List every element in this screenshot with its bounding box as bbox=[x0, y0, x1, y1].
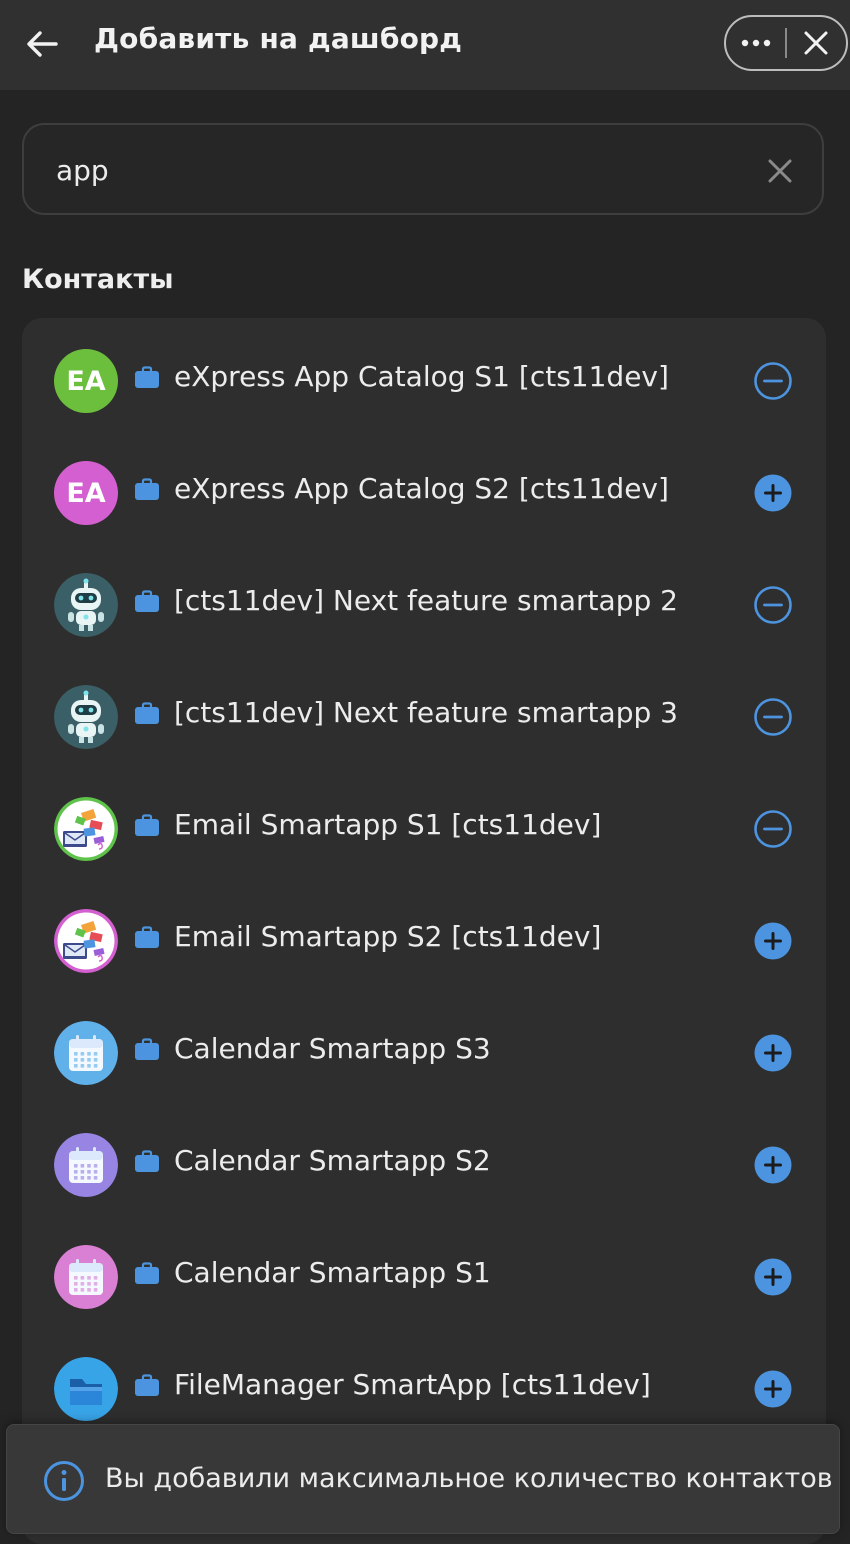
contact-row[interactable]: [cts11dev] Next feature smartapp 3 bbox=[22, 654, 826, 766]
more-horizontal-icon bbox=[741, 39, 770, 47]
minus-circle-icon bbox=[754, 362, 792, 400]
remove-contact-button[interactable] bbox=[752, 808, 794, 850]
info-icon bbox=[44, 1461, 84, 1501]
briefcase-icon bbox=[134, 1262, 160, 1286]
contact-avatar bbox=[54, 1133, 118, 1197]
back-button[interactable] bbox=[20, 24, 64, 64]
briefcase-icon bbox=[134, 1038, 160, 1062]
briefcase-icon bbox=[134, 814, 160, 838]
plus-circle-icon bbox=[754, 1258, 792, 1296]
contact-avatar bbox=[54, 797, 118, 861]
add-contact-button[interactable] bbox=[752, 472, 794, 514]
briefcase-icon bbox=[134, 478, 160, 502]
contact-avatar bbox=[54, 1357, 118, 1421]
contact-row[interactable]: FileManager SmartApp [cts11dev] bbox=[22, 1326, 826, 1438]
search-box bbox=[22, 123, 824, 215]
plus-circle-icon bbox=[754, 1370, 792, 1408]
contact-avatar bbox=[54, 573, 118, 637]
minus-circle-icon bbox=[754, 698, 792, 736]
contact-name: eXpress App Catalog S2 [cts11dev] bbox=[174, 472, 669, 505]
briefcase-icon bbox=[134, 366, 160, 390]
arrow-left-icon bbox=[27, 31, 58, 57]
contact-row[interactable]: EA eXpress App Catalog S1 [cts11dev] bbox=[22, 318, 826, 430]
clear-search-button[interactable] bbox=[760, 151, 800, 191]
avatar-initials: EA bbox=[66, 365, 106, 397]
contact-name: [cts11dev] Next feature smartapp 3 bbox=[174, 696, 678, 729]
minus-circle-icon bbox=[754, 810, 792, 848]
briefcase-icon bbox=[134, 702, 160, 726]
briefcase-icon bbox=[134, 926, 160, 950]
close-button[interactable] bbox=[787, 17, 846, 69]
remove-contact-button[interactable] bbox=[752, 584, 794, 626]
contact-row[interactable]: Email Smartapp S2 [cts11dev] bbox=[22, 878, 826, 990]
more-button[interactable] bbox=[726, 17, 785, 69]
contact-row[interactable]: [cts11dev] Next feature smartapp 2 bbox=[22, 542, 826, 654]
contact-row[interactable]: EA eXpress App Catalog S2 [cts11dev] bbox=[22, 430, 826, 542]
contact-avatar bbox=[54, 1021, 118, 1085]
close-icon bbox=[804, 31, 828, 55]
add-contact-button[interactable] bbox=[752, 1256, 794, 1298]
window-controls bbox=[724, 15, 848, 71]
contact-name: FileManager SmartApp [cts11dev] bbox=[174, 1368, 651, 1401]
contact-row[interactable]: Calendar Smartapp S1 bbox=[22, 1214, 826, 1326]
contact-avatar: EA bbox=[54, 349, 118, 413]
contact-row[interactable]: Calendar Smartapp S2 bbox=[22, 1102, 826, 1214]
plus-circle-icon bbox=[754, 474, 792, 512]
contact-name: Email Smartapp S1 [cts11dev] bbox=[174, 808, 602, 841]
minus-circle-icon bbox=[754, 586, 792, 624]
contact-name: eXpress App Catalog S1 [cts11dev] bbox=[174, 360, 669, 393]
add-contact-button[interactable] bbox=[752, 1032, 794, 1074]
remove-contact-button[interactable] bbox=[752, 360, 794, 402]
add-contact-button[interactable] bbox=[752, 920, 794, 962]
briefcase-icon bbox=[134, 590, 160, 614]
remove-contact-button[interactable] bbox=[752, 696, 794, 738]
page-title: Добавить на дашборд bbox=[94, 22, 463, 55]
plus-circle-icon bbox=[754, 1146, 792, 1184]
plus-circle-icon bbox=[754, 922, 792, 960]
plus-circle-icon bbox=[754, 1034, 792, 1072]
contact-name: [cts11dev] Next feature smartapp 2 bbox=[174, 584, 678, 617]
briefcase-icon bbox=[134, 1150, 160, 1174]
contact-name: Email Smartapp S2 [cts11dev] bbox=[174, 920, 602, 953]
briefcase-icon bbox=[134, 1374, 160, 1398]
contact-row[interactable]: Calendar Smartapp S3 bbox=[22, 990, 826, 1102]
contact-name: Calendar Smartapp S1 bbox=[174, 1256, 491, 1289]
contact-row[interactable]: Email Smartapp S1 [cts11dev] bbox=[22, 766, 826, 878]
app-header: Добавить на дашборд bbox=[0, 0, 850, 90]
contact-list: EA eXpress App Catalog S1 [cts11dev] EA eXp… bbox=[22, 318, 826, 1544]
contact-avatar bbox=[54, 685, 118, 749]
contact-name: Calendar Smartapp S2 bbox=[174, 1144, 491, 1177]
clear-icon bbox=[768, 159, 792, 183]
contact-name: Calendar Smartapp S3 bbox=[174, 1032, 491, 1065]
add-contact-button[interactable] bbox=[752, 1368, 794, 1410]
contact-avatar: EA bbox=[54, 461, 118, 525]
section-title-contacts: Контакты bbox=[22, 264, 174, 295]
toast-message: Вы добавили максимальное количество конт… bbox=[105, 1463, 833, 1494]
contact-avatar bbox=[54, 909, 118, 973]
add-contact-button[interactable] bbox=[752, 1144, 794, 1186]
toast-notification: Вы добавили максимальное количество конт… bbox=[6, 1424, 840, 1534]
contact-avatar bbox=[54, 1245, 118, 1309]
avatar-initials: EA bbox=[66, 477, 106, 509]
search-input[interactable] bbox=[56, 149, 736, 191]
